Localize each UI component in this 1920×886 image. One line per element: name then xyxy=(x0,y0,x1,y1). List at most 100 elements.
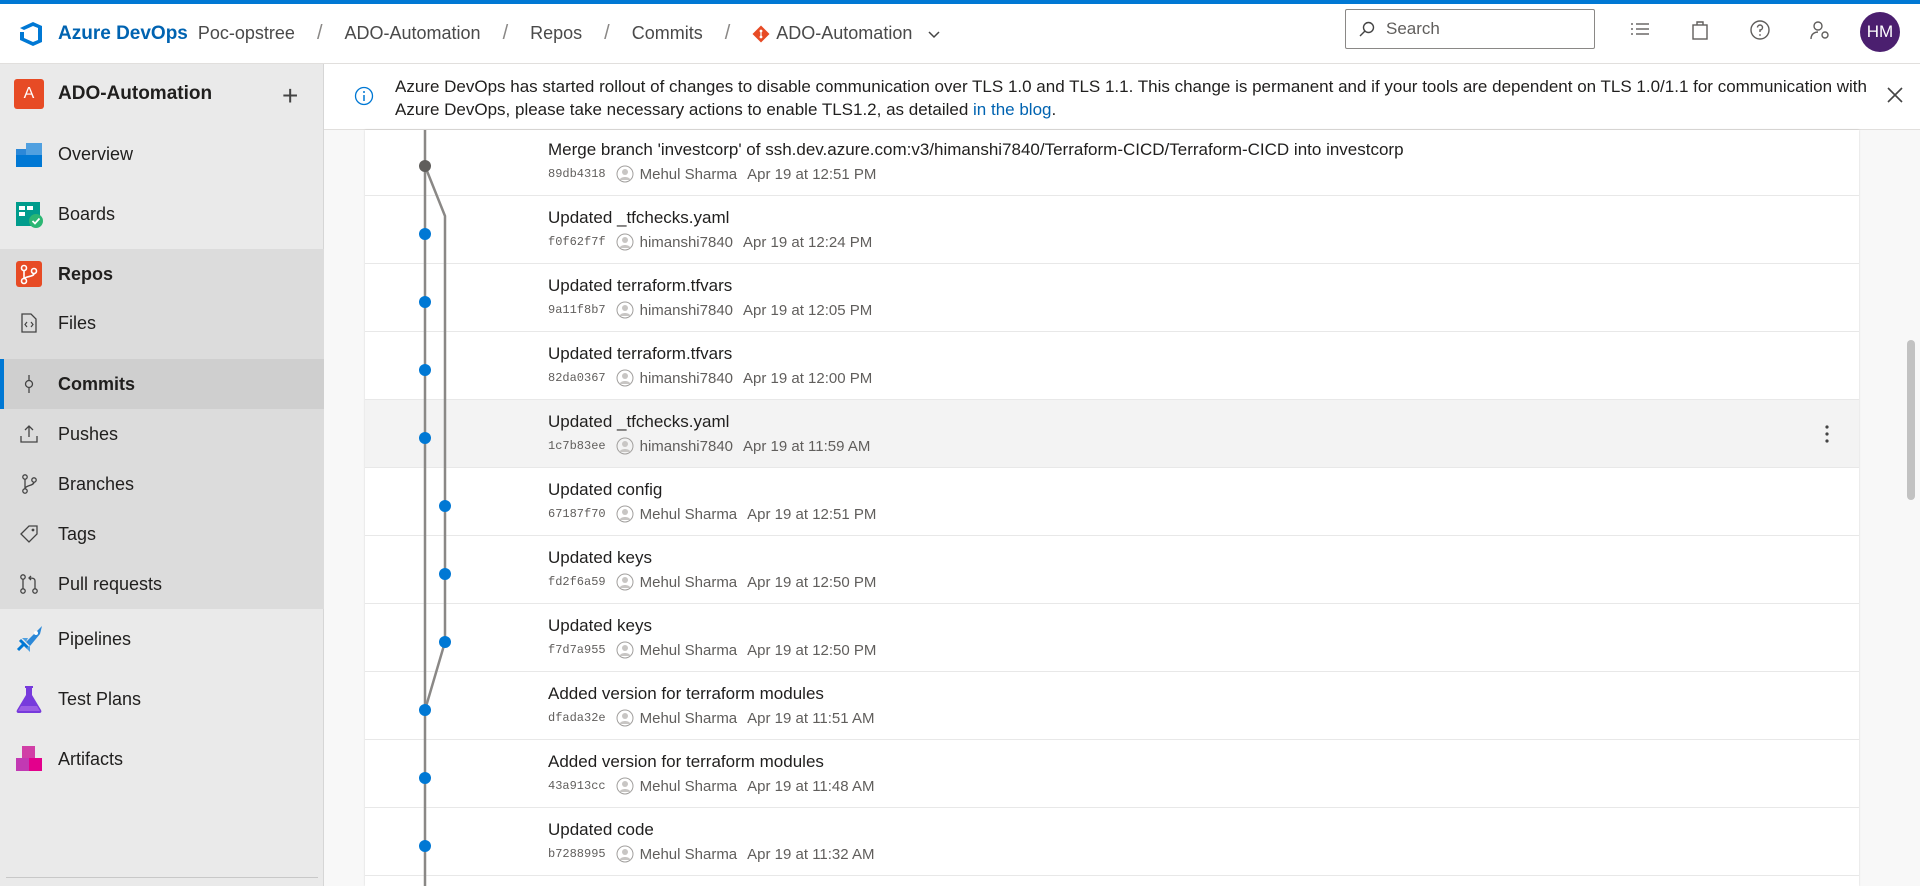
sidebar-item-repos[interactable]: Repos xyxy=(0,250,324,298)
sidebar-item-files[interactable]: Files xyxy=(0,300,324,346)
commit-row[interactable]: Updated _tfchecks.yaml f0f62f7f himanshi78… xyxy=(365,196,1859,264)
repo-selector[interactable]: ADO-Automation xyxy=(752,23,942,44)
scrollbar-track[interactable] xyxy=(1905,130,1920,886)
project-header[interactable]: A ADO-Automation xyxy=(0,64,323,124)
commit-message[interactable]: Updated _tfchecks.yaml xyxy=(548,412,729,432)
person-icon xyxy=(616,573,634,591)
commit-date: Apr 19 at 12:51 PM xyxy=(747,165,877,183)
help-icon[interactable] xyxy=(1748,18,1772,42)
commit-date: Apr 19 at 12:50 PM xyxy=(747,641,877,659)
commit-row[interactable]: Updated keys fd2f6a59 Mehul Sharma Apr 19 a… xyxy=(365,536,1859,604)
breadcrumb-separator: / xyxy=(502,22,509,44)
commit-message[interactable]: Updated config xyxy=(548,480,662,500)
commit-hash[interactable]: f0f62f7f xyxy=(548,235,606,249)
sidebar-item-boards[interactable]: Boards xyxy=(0,190,324,238)
azure-devops-logo-icon[interactable] xyxy=(16,19,46,49)
commit-hash[interactable]: f7d7a955 xyxy=(548,643,606,657)
commit-row[interactable]: Updated code b7288995 Mehul Sharma Apr 19 a… xyxy=(365,808,1859,876)
commit-hash[interactable]: 82da0367 xyxy=(548,371,606,385)
repos-icon xyxy=(16,261,42,287)
close-icon[interactable] xyxy=(1884,84,1906,106)
search-input[interactable]: Search xyxy=(1345,9,1595,49)
commit-meta: 9a11f8b7 himanshi7840 Apr 19 at 12:05 PM xyxy=(548,301,872,319)
commit-hash[interactable]: fd2f6a59 xyxy=(548,575,606,589)
commit-date: Apr 19 at 11:59 AM xyxy=(743,437,871,455)
commit-row[interactable]: Updated terraform.tfvars 9a11f8b7 himanshi… xyxy=(365,264,1859,332)
banner-text: Azure DevOps has started rollout of chan… xyxy=(395,77,1867,119)
commit-message[interactable]: Updated keys xyxy=(548,616,652,636)
selected-indicator xyxy=(0,359,4,409)
sidebar-item-label: Pull requests xyxy=(58,573,163,594)
test-plans-icon xyxy=(16,686,42,713)
commit-hash[interactable]: 43a913cc xyxy=(548,779,606,793)
commit-author: Mehul Sharma xyxy=(639,165,738,183)
sidebar-item-pull-requests[interactable]: Pull requests xyxy=(0,560,324,608)
commit-message[interactable]: Updated code xyxy=(548,820,654,840)
brand-name[interactable]: Azure DevOps xyxy=(58,23,188,45)
commit-author: himanshi7840 xyxy=(639,233,734,251)
sidebar-item-overview[interactable]: Overview xyxy=(0,130,324,178)
commit-hash[interactable]: dfada32e xyxy=(548,711,606,725)
blog-link[interactable]: in the blog xyxy=(973,100,1051,119)
commit-hash[interactable]: 67187f70 xyxy=(548,507,606,521)
commit-row[interactable]: Updated keys f7d7a955 Mehul Sharma Apr 19 a… xyxy=(365,604,1859,672)
more-options-icon[interactable] xyxy=(1815,422,1839,446)
overview-icon xyxy=(16,143,42,167)
commit-row[interactable]: Merge branch 'investcorp' of ssh.dev.azu… xyxy=(365,130,1859,196)
user-avatar[interactable]: HM xyxy=(1860,12,1900,52)
sidebar-item-tags[interactable]: Tags xyxy=(0,510,324,558)
sidebar-item-test-plans[interactable]: Test Plans xyxy=(0,675,324,723)
commit-row[interactable]: Added version for terraform modules 43a91… xyxy=(365,740,1859,808)
commit-row[interactable]: Added version for terraform modules dfada… xyxy=(365,672,1859,740)
scrollbar-thumb[interactable] xyxy=(1907,340,1915,500)
shopping-bag-icon[interactable] xyxy=(1688,18,1712,42)
sidebar-item-branches[interactable]: Branches xyxy=(0,460,324,508)
commit-date: Apr 19 at 11:51 AM xyxy=(747,709,875,727)
sidebar-divider xyxy=(6,877,318,878)
breadcrumb-organization[interactable]: Poc-opstree xyxy=(198,23,295,44)
commit-message[interactable]: Merge branch 'investcorp' of ssh.dev.azu… xyxy=(548,140,1404,160)
commit-meta: 43a913cc Mehul Sharma Apr 19 at 11:48 AM xyxy=(548,777,874,795)
breadcrumb-commits[interactable]: Commits xyxy=(632,23,703,44)
sidebar-item-label: Repos xyxy=(58,263,114,284)
commit-hash[interactable]: 89db4318 xyxy=(548,167,606,181)
commit-message[interactable]: Updated keys xyxy=(548,548,652,568)
project-name: ADO-Automation xyxy=(58,83,213,104)
sidebar-item-label: Overview xyxy=(58,143,134,164)
user-settings-icon[interactable] xyxy=(1808,18,1832,42)
sidebar-item-artifacts[interactable]: Artifacts xyxy=(0,735,324,783)
list-icon[interactable] xyxy=(1628,18,1652,42)
commit-message[interactable]: Updated terraform.tfvars xyxy=(548,344,732,364)
breadcrumb-project[interactable]: ADO-Automation xyxy=(345,23,481,44)
commit-message[interactable]: Added version for terraform modules xyxy=(548,752,824,772)
sidebar-item-label: Branches xyxy=(58,473,135,494)
commit-message[interactable]: Added version for terraform modules xyxy=(548,684,824,704)
sidebar-item-pushes[interactable]: Pushes xyxy=(0,410,324,458)
chevron-down-icon xyxy=(928,30,940,38)
commit-message[interactable]: Updated terraform.tfvars xyxy=(548,276,732,296)
sidebar-item-label: Commits xyxy=(58,373,136,394)
person-icon xyxy=(616,233,634,251)
breadcrumb-repos[interactable]: Repos xyxy=(530,23,582,44)
commit-row[interactable]: Updated config 67187f70 Mehul Sharma Apr 19… xyxy=(365,468,1859,536)
search-placeholder: Search xyxy=(1386,19,1440,38)
add-icon[interactable]: + xyxy=(282,80,298,112)
commit-row[interactable]: Updated _tfchecks.yaml 1c7b83ee himanshi78… xyxy=(365,400,1859,468)
commit-hash[interactable]: 1c7b83ee xyxy=(548,439,606,453)
tag-icon xyxy=(20,525,38,543)
sidebar-item-label: Test Plans xyxy=(58,688,142,709)
sidebar-item-label: Files xyxy=(58,312,97,333)
commit-hash[interactable]: 9a11f8b7 xyxy=(548,303,606,317)
commit-meta: f7d7a955 Mehul Sharma Apr 19 at 12:50 PM xyxy=(548,641,876,659)
sidebar-item-label: Artifacts xyxy=(58,748,124,769)
person-icon xyxy=(616,709,634,727)
commit-date: Apr 19 at 12:50 PM xyxy=(747,573,877,591)
sidebar-item-label: Pushes xyxy=(58,423,119,444)
commit-row[interactable]: Updated terraform.tfvars 82da0367 himanshi… xyxy=(365,332,1859,400)
files-icon xyxy=(21,313,37,333)
commit-message[interactable]: Updated _tfchecks.yaml xyxy=(548,208,729,228)
sidebar-item-commits[interactable]: Commits xyxy=(0,359,324,409)
sidebar-item-pipelines[interactable]: Pipelines xyxy=(0,615,324,663)
commit-hash[interactable]: b7288995 xyxy=(548,847,606,861)
commit-date: Apr 19 at 11:32 AM xyxy=(747,845,875,863)
